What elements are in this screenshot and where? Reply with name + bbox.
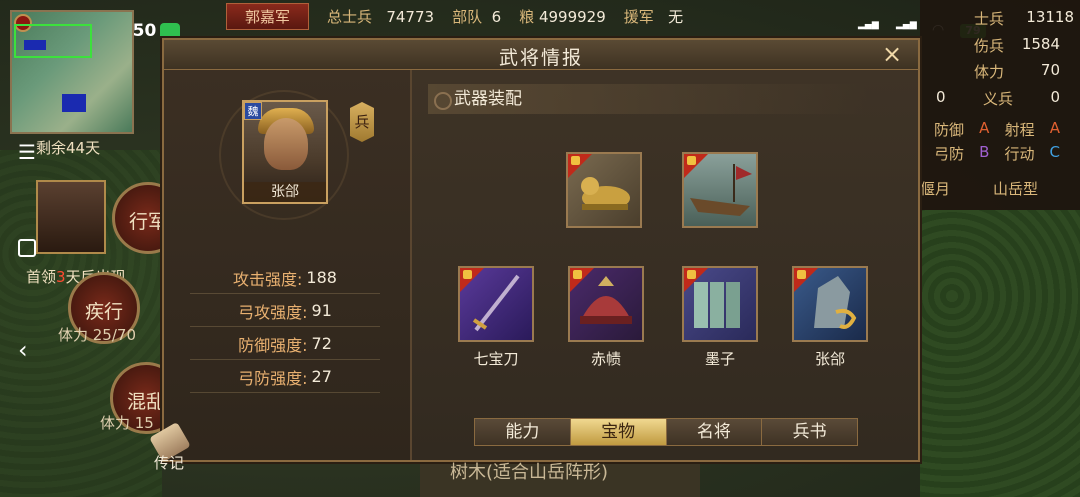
close-button[interactable]: × — [880, 42, 904, 66]
general-name: 张郃 — [244, 182, 326, 202]
info-tabs: 能力 宝物 名将 兵书 — [474, 418, 858, 446]
stat-row: 攻击强度: 188 — [190, 262, 380, 294]
rank-icon — [687, 270, 696, 279]
army-info-strip: 郭嘉军 总士兵 74773 部队 6 粮 4999929 援军 无 — [226, 2, 684, 30]
militia-label: 义兵 — [982, 90, 1013, 108]
enemy-marker — [62, 94, 86, 112]
action-label: 行动 — [1004, 145, 1035, 163]
item-label: 七宝刀 — [473, 350, 519, 368]
unit-type-tag: 兵 — [350, 102, 374, 142]
general-portrait[interactable]: 魏 张郃 — [242, 100, 328, 204]
stamina-value: 70 — [1040, 61, 1060, 79]
wounded-value: 1584 — [1021, 35, 1060, 53]
soldiers-label: 总士兵 — [327, 7, 373, 26]
boss-prefix: 首领 — [26, 268, 57, 286]
square-icon[interactable] — [18, 239, 36, 257]
stat-value: 72 — [311, 334, 332, 353]
faction-badge: 魏 — [244, 102, 262, 120]
bowdef-grade: B — [979, 143, 990, 161]
biography-button[interactable]: 传记 — [154, 452, 184, 473]
equipment-slot[interactable] — [568, 266, 644, 342]
food-value: 4999929 — [538, 7, 606, 26]
item-label: 张郃 — [814, 350, 845, 368]
rank-icon — [463, 270, 472, 279]
equipment-slot[interactable] — [792, 266, 868, 342]
soldier-label: 士兵 — [974, 10, 1005, 28]
action-grade: C — [1049, 143, 1060, 161]
soldier-value: 13118 — [1026, 8, 1074, 26]
army-name[interactable]: 郭嘉军 — [226, 2, 310, 30]
equipment-pane: 武器装配 七宝刀 赤帻 墨子 张郃 能力 宝物 名将 兵书 — [412, 70, 918, 460]
wounded-label: 伤兵 — [974, 37, 1005, 55]
defense-label: 防御 — [934, 121, 965, 139]
general-profile-pane: 魏 张郃 兵 攻击强度: 188 弓攻强度: 91 防御强度: 72 弓防强度: 27 — [164, 70, 410, 460]
stat-value: 91 — [311, 301, 332, 320]
tab-treasure[interactable]: 宝物 — [570, 419, 667, 445]
rank-icon — [571, 156, 580, 165]
dialog-title: 武将情报 — [498, 47, 583, 69]
stamina-label: 体力 — [974, 63, 1005, 81]
days-left: 剩余44天 — [36, 139, 101, 157]
soldiers-value: 74773 — [386, 7, 435, 26]
dialog-header: 武将情报 × — [164, 40, 918, 70]
bowdef-label: 弓防 — [934, 145, 965, 163]
reinforce-label: 援军 — [623, 7, 654, 26]
food-label: 粮 — [519, 7, 535, 26]
tab-war-books[interactable]: 兵书 — [762, 419, 857, 445]
tab-ability[interactable]: 能力 — [475, 419, 571, 445]
menu-icon[interactable]: ☰ — [18, 140, 36, 164]
forest-terrain — [920, 210, 1080, 497]
stat-label: 防御强度: — [238, 335, 308, 355]
back-arrow-icon[interactable]: ‹ — [18, 336, 28, 364]
item-label: 赤帻 — [590, 350, 621, 368]
equipment-slot[interactable] — [566, 152, 642, 228]
stat-value: 27 — [311, 367, 332, 386]
minimap[interactable] — [10, 10, 134, 134]
formation-a: 偃月 — [920, 180, 951, 198]
zero-value: 0 — [936, 88, 946, 106]
stat-row: 弓攻强度: 91 — [190, 295, 380, 327]
commander-portrait[interactable] — [36, 180, 106, 254]
reinforce-value: 无 — [668, 7, 684, 26]
rank-icon — [573, 270, 582, 279]
unit-stats-panel: 士兵 13118 伤兵 1584 体力 70 0 义兵 0 防御 A 射程 A 弓防 B 行动 C 偃… — [920, 0, 1080, 210]
chaos-stamina: 体力 15 — [100, 414, 154, 432]
stat-row: 弓防强度: 27 — [190, 361, 380, 393]
equipment-slot[interactable] — [682, 266, 758, 342]
dash-stamina: 体力 25/70 — [58, 326, 136, 344]
face-icon — [264, 118, 308, 170]
range-label: 射程 — [1004, 121, 1035, 139]
defense-grade: A — [979, 119, 990, 137]
signal-icon: ▂▄▆ — [896, 20, 917, 30]
equipment-slot[interactable] — [682, 152, 758, 228]
section-title: 武器装配 — [428, 84, 868, 114]
enemy-marker — [24, 40, 46, 50]
troops-value: 6 — [491, 7, 502, 26]
troops-label: 部队 — [452, 7, 483, 26]
formation-b: 山岳型 — [992, 180, 1038, 198]
stat-row: 防御强度: 72 — [190, 328, 380, 360]
signal-icon: ▂▄▆ — [858, 20, 879, 30]
dash-label: 疾行 — [84, 301, 123, 323]
rank-icon — [797, 270, 806, 279]
equipment-slot[interactable] — [458, 266, 534, 342]
boss-days: 3 — [56, 268, 66, 286]
terrain-hint: 树木(适合山岳阵形) — [450, 462, 609, 483]
range-grade: A — [1049, 119, 1060, 137]
stat-label: 攻击强度: — [233, 269, 303, 289]
item-label: 墨子 — [704, 350, 735, 368]
stat-value: 188 — [306, 268, 337, 287]
stat-label: 弓防强度: — [238, 368, 308, 388]
stat-label: 弓攻强度: — [238, 302, 308, 322]
rank-icon — [687, 156, 696, 165]
game-screen: { "status_bar": { "time": "9:50", "batte… — [0, 0, 1080, 497]
tab-famous-generals[interactable]: 名将 — [666, 419, 763, 445]
general-info-dialog: 武将情报 × 魏 张郃 兵 攻击强度: 188 弓攻强度: 91 防御强度: 72 弓… — [162, 38, 920, 462]
militia-value: 0 — [1050, 88, 1060, 106]
